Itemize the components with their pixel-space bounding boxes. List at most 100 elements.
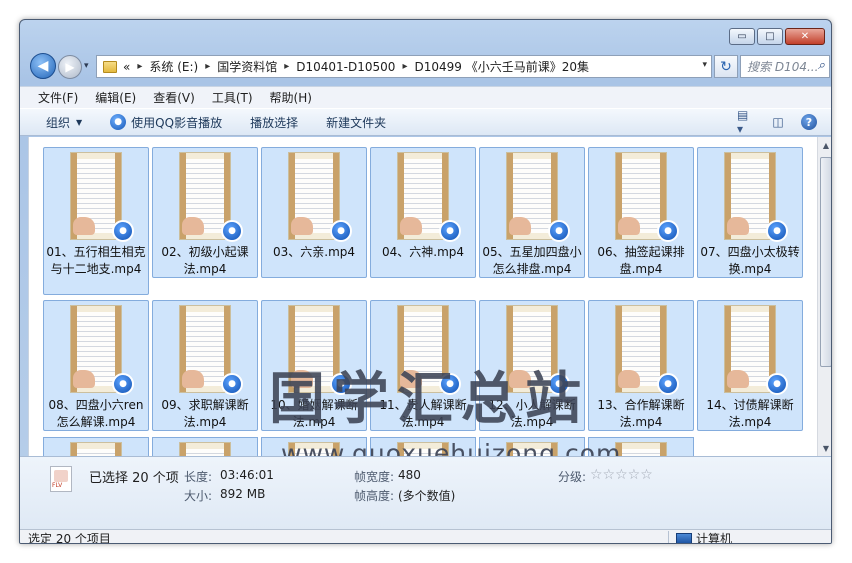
qq-player-icon: ●	[439, 220, 461, 242]
menu-edit[interactable]: 编辑(E)	[95, 89, 136, 106]
scroll-up-icon[interactable]: ▲	[818, 137, 831, 153]
breadcrumb-separator[interactable]: ▸	[402, 61, 407, 72]
qq-player-icon: ●	[110, 114, 127, 130]
change-view-icon[interactable]: ▤ ▾	[737, 108, 755, 136]
file-name: 14、讨债解课断法.mp4	[706, 398, 794, 429]
menu-bar: 文件(F) 编辑(E) 查看(V) 工具(T) 帮助(H)	[20, 86, 831, 108]
search-input[interactable]: 搜索 D104... ⌕	[740, 55, 830, 78]
file-item[interactable]: ● 14、讨债解课断法.mp4	[697, 300, 803, 431]
address-bar[interactable]: « ▸ 系统 (E:) ▸ 国学资料馆 ▸ D10401-D10500 ▸ D1…	[96, 55, 712, 78]
breadcrumb-library[interactable]: 国学资料馆	[217, 58, 277, 75]
preview-pane-icon[interactable]: ◫	[769, 114, 787, 130]
scroll-down-icon[interactable]: ▼	[818, 440, 831, 456]
file-type-tag: FLV	[52, 482, 63, 489]
video-file-icon: FLV	[50, 466, 72, 492]
file-item[interactable]: ● 13、合作解课断法.mp4	[588, 300, 694, 431]
qq-player-icon: ●	[330, 220, 352, 242]
menu-tools[interactable]: 工具(T)	[212, 89, 253, 106]
file-item-partial[interactable]	[43, 437, 149, 456]
watermark-text: 国学汇总站	[269, 367, 589, 432]
file-item[interactable]: ● 03、六亲.mp4	[261, 147, 367, 278]
file-name: 06、抽签起课排盘.mp4	[597, 245, 685, 276]
vertical-scrollbar[interactable]: ▲ ▼	[817, 137, 831, 456]
rating-stars[interactable]: ☆☆☆☆☆	[590, 467, 653, 483]
navigation-bar: ◀ ▶ ▾ « ▸ 系统 (E:) ▸ 国学资料馆 ▸ D10401-D1050…	[28, 52, 830, 82]
file-item[interactable]: ● 07、四盘小太极转换.mp4	[697, 147, 803, 278]
organize-label: 组织	[46, 115, 71, 130]
search-placeholder: 搜索 D104...	[747, 60, 819, 74]
menu-view[interactable]: 查看(V)	[153, 89, 195, 106]
computer-icon	[676, 532, 692, 543]
size-value: 892 MB	[220, 487, 266, 501]
frame-height-value: (多个数值)	[398, 489, 456, 503]
file-item[interactable]: ● 09、求职解课断法.mp4	[152, 300, 258, 431]
file-item[interactable]: ● 08、四盘小六ren怎么解课.mp4	[43, 300, 149, 431]
breadcrumb-range[interactable]: D10401-D10500	[296, 60, 395, 74]
status-divider	[668, 531, 669, 543]
status-bar: 选定 20 个项目 计算机	[20, 529, 831, 544]
help-icon[interactable]: ?	[801, 114, 817, 130]
new-folder-label: 新建文件夹	[326, 115, 387, 130]
minimize-button[interactable]: ▭	[729, 28, 755, 45]
video-thumbnail	[70, 442, 122, 456]
history-dropdown-icon[interactable]: ▾	[84, 61, 89, 71]
breadcrumb-overflow[interactable]: «	[123, 60, 130, 74]
qq-player-icon: ●	[657, 373, 679, 395]
frame-width-value: 480	[398, 468, 421, 482]
file-item[interactable]: ● 06、抽签起课排盘.mp4	[588, 147, 694, 278]
video-thumbnail	[179, 442, 231, 456]
status-location: 计算机	[676, 530, 733, 544]
file-name: 09、求职解课断法.mp4	[161, 398, 249, 429]
file-name: 03、六亲.mp4	[272, 245, 356, 259]
status-location-label: 计算机	[696, 532, 733, 544]
qq-player-icon: ●	[766, 373, 788, 395]
explorer-window: ▭ □ ✕ ◀ ▶ ▾ « ▸ 系统 (E:) ▸ 国学资料馆 ▸ D10401…	[19, 19, 832, 544]
view-controls: ▤ ▾ ◫ ?	[737, 108, 817, 136]
qq-player-icon: ●	[112, 373, 134, 395]
file-item-partial[interactable]	[152, 437, 258, 456]
search-icon[interactable]: ⌕	[818, 58, 825, 73]
file-name: 01、五行相生相克与十二地支.mp4	[46, 245, 146, 276]
back-button[interactable]: ◀	[30, 53, 56, 79]
length-label: 长度:	[184, 470, 213, 484]
breadcrumb-separator[interactable]: ▸	[205, 61, 210, 72]
file-item[interactable]: ● 05、五星加四盘小怎么排盘.mp4	[479, 147, 585, 278]
file-name: 07、四盘小太极转换.mp4	[700, 245, 800, 276]
file-name: 02、初级小起课法.mp4	[161, 245, 249, 276]
file-name: 08、四盘小六ren怎么解课.mp4	[48, 398, 144, 429]
qq-player-icon: ●	[221, 373, 243, 395]
breadcrumb-drive[interactable]: 系统 (E:)	[149, 58, 198, 75]
video-thumbnail	[615, 442, 667, 456]
play-with-qq-button[interactable]: ● 使用QQ影音播放	[110, 114, 222, 131]
qq-player-icon: ●	[657, 220, 679, 242]
qq-player-icon: ●	[548, 220, 570, 242]
qq-player-icon: ●	[112, 220, 134, 242]
refresh-button[interactable]: ↻	[714, 55, 738, 78]
qq-player-icon: ●	[766, 220, 788, 242]
menu-help[interactable]: 帮助(H)	[270, 89, 312, 106]
status-selection: 选定 20 个项目	[28, 532, 111, 544]
file-name: 13、合作解课断法.mp4	[597, 398, 685, 429]
breadcrumb-separator[interactable]: ▸	[284, 61, 289, 72]
qq-player-icon: ●	[221, 220, 243, 242]
folder-icon	[103, 60, 117, 73]
organize-button[interactable]: 组织 ▼	[46, 114, 82, 131]
chevron-down-icon: ▼	[76, 117, 83, 127]
breadcrumb-separator[interactable]: ▸	[137, 61, 142, 72]
menu-file[interactable]: 文件(F)	[38, 89, 78, 106]
file-item[interactable]: ● 02、初级小起课法.mp4	[152, 147, 258, 278]
scroll-thumb[interactable]	[820, 157, 831, 367]
new-folder-button[interactable]: 新建文件夹	[326, 114, 386, 131]
file-item[interactable]: ● 04、六神.mp4	[370, 147, 476, 278]
file-view[interactable]: ● 01、五行相生相克与十二地支.mp4 ● 02、初级小起课法.mp4 ● 03、六亲.…	[28, 137, 817, 456]
forward-button[interactable]: ▶	[58, 55, 82, 79]
close-button[interactable]: ✕	[785, 28, 825, 45]
file-item[interactable]: ● 01、五行相生相克与十二地支.mp4	[43, 147, 149, 295]
file-name: 05、五星加四盘小怎么排盘.mp4	[482, 245, 582, 276]
frame-height-label: 帧高度:	[354, 489, 395, 503]
play-selection-button[interactable]: 播放选择	[250, 114, 298, 131]
frame-width-label: 帧宽度:	[354, 470, 395, 484]
maximize-button[interactable]: □	[757, 28, 783, 45]
breadcrumb-current[interactable]: D10499 《小六壬马前课》20集	[414, 58, 589, 75]
address-dropdown-icon[interactable]: ▾	[702, 60, 707, 70]
